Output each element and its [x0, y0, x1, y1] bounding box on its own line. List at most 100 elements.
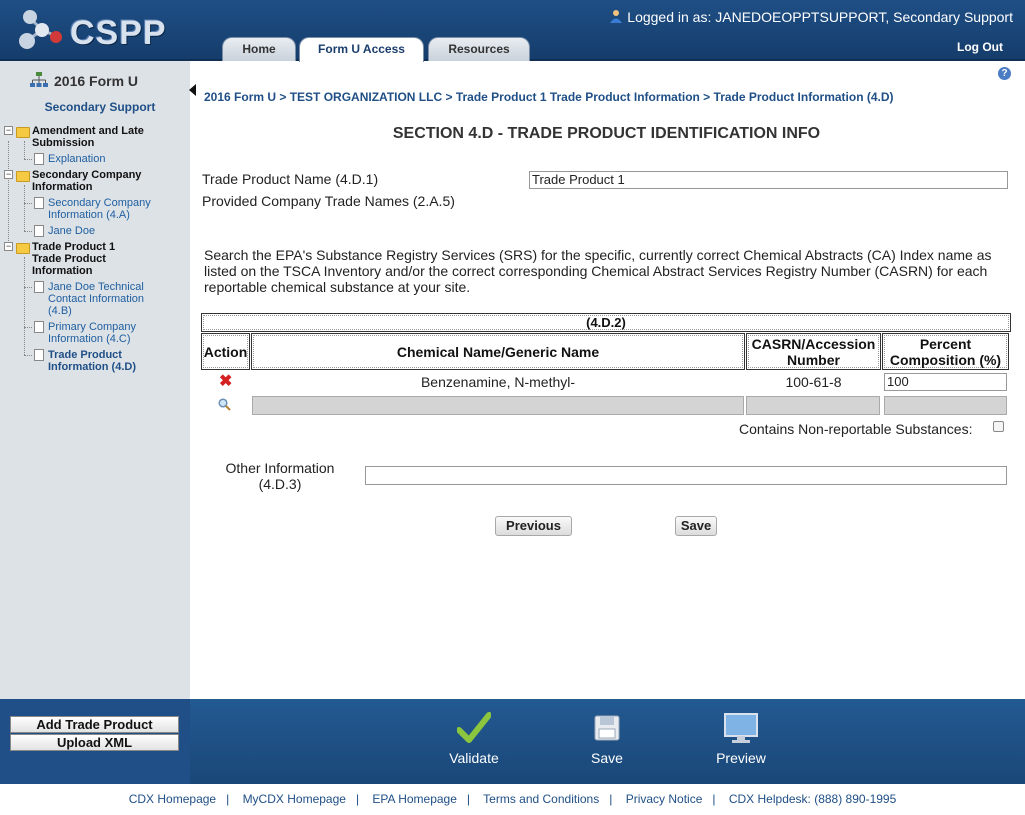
logged-in-user: Logged in as: JANEDOEOPPTSUPPORT, Second… — [609, 9, 1013, 25]
col-header-chemical-name: Chemical Name/Generic Name — [396, 344, 600, 360]
col-header-casrn-line2: Number — [787, 352, 840, 368]
chemical-name-cell: Benzenamine, N-methyl- — [420, 374, 576, 390]
collapse-toggle-icon[interactable]: − — [4, 242, 13, 251]
trade-product-name-label: Trade Product Name (4.D.1) — [202, 171, 379, 187]
folder-icon — [16, 171, 30, 182]
tree-connector — [24, 257, 25, 355]
sidebar-title: 2016 Form U — [30, 72, 138, 89]
preview-label: Preview — [716, 750, 766, 766]
tree-item-trade-product-info[interactable]: Trade Product Information (4.D) — [48, 349, 148, 373]
tree-connector — [8, 141, 9, 249]
footer-separator: | — [609, 792, 613, 806]
search-chemical-icon[interactable] — [218, 398, 231, 411]
tree-folder-secondary-company[interactable]: Secondary Company Information — [32, 169, 182, 193]
tree-connector — [24, 355, 32, 356]
srs-instructions: Search the EPA's Substance Registry Serv… — [204, 247, 992, 295]
save-button[interactable]: Save — [675, 516, 717, 536]
footer-link-terms[interactable]: Terms and Conditions — [483, 792, 599, 806]
collapse-toggle-icon[interactable]: − — [4, 170, 13, 179]
tree-connector — [24, 231, 32, 232]
cspp-logo[interactable]: CSPP — [12, 6, 166, 54]
previous-button[interactable]: Previous — [495, 516, 572, 536]
col-header-percent-line2: Composition (%) — [889, 352, 1002, 368]
help-icon[interactable]: ? — [998, 67, 1011, 80]
tree-item-jane-doe[interactable]: Jane Doe — [48, 225, 183, 237]
validate-label: Validate — [449, 750, 499, 766]
user-icon — [610, 10, 623, 23]
non-reportable-checkbox[interactable] — [993, 421, 1004, 432]
footer-separator: | — [466, 792, 471, 806]
tree-item-explanation[interactable]: Explanation — [48, 153, 183, 165]
tree-connector — [24, 141, 25, 159]
other-info-label: Other Information (4.D.3) — [216, 460, 344, 492]
validate-action[interactable]: Validate — [439, 712, 509, 766]
col-header-percent-line1: Percent — [919, 336, 972, 352]
sitemap-icon — [30, 72, 48, 87]
col-header-percent: Percent Composition (%) — [882, 336, 1009, 368]
delete-row-icon[interactable]: ✖ — [219, 374, 232, 390]
footer-link-mycdx-homepage[interactable]: MyCDX Homepage — [243, 792, 346, 806]
sidebar-role: Secondary Support — [44, 100, 156, 114]
document-icon — [34, 225, 44, 237]
col-header-action: Action — [203, 344, 248, 360]
page-title: SECTION 4.D - TRADE PRODUCT IDENTIFICATI… — [392, 125, 821, 142]
collapse-sidebar-icon[interactable] — [189, 84, 196, 96]
sidebar-actions-panel: Add Trade Product Upload XML — [0, 699, 190, 784]
save-action[interactable]: Save — [572, 712, 642, 766]
percent-input-disabled — [884, 396, 1007, 415]
other-info-input[interactable] — [365, 466, 1007, 485]
tab-home[interactable]: Home — [222, 37, 296, 61]
tree-item-primary-company[interactable]: Primary Company Information (4.C) — [48, 321, 148, 345]
floppy-disk-icon — [594, 715, 620, 741]
percent-composition-input[interactable]: 100 — [884, 373, 1007, 391]
upload-xml-button[interactable]: Upload XML — [10, 734, 179, 751]
tree-item-secondary-company-info[interactable]: Secondary Company Information (4.A) — [48, 197, 183, 221]
footer-link-privacy[interactable]: Privacy Notice — [626, 792, 703, 806]
provided-trade-names-label: Provided Company Trade Names (2.A.5) — [202, 193, 455, 209]
col-header-casrn: CASRN/Accession Number — [746, 336, 881, 368]
logout-link[interactable]: Log Out — [957, 40, 1003, 54]
tree-folder-trade-product-1[interactable]: Trade Product 1 Trade Product Informatio… — [32, 241, 132, 277]
footer-separator: | — [712, 792, 716, 806]
chemical-name-input-disabled — [252, 396, 744, 415]
footer-link-helpdesk[interactable]: CDX Helpdesk: (888) 890-1995 — [729, 792, 896, 806]
app-header: CSPP Logged in as: JANEDOEOPPTSUPPORT, S… — [0, 0, 1025, 62]
molecule-logo-icon — [19, 10, 62, 49]
trade-product-name-input[interactable]: Trade Product 1 — [529, 171, 1008, 189]
document-icon — [34, 281, 44, 293]
casrn-cell: 100-61-8 — [785, 374, 842, 390]
logged-in-text: Logged in as: JANEDOEOPPTSUPPORT, Second… — [627, 9, 1013, 25]
document-icon — [34, 153, 44, 165]
sidebar: 2016 Form U Secondary Support − Amendmen… — [0, 61, 190, 699]
footer-links: CDX Homepage | MyCDX Homepage | EPA Homepa… — [0, 784, 1025, 815]
checkmark-icon — [457, 712, 491, 743]
col-header-casrn-line1: CASRN/Accession — [751, 336, 876, 352]
document-icon — [34, 321, 44, 333]
tab-form-u-access[interactable]: Form U Access — [299, 37, 424, 62]
document-icon — [34, 349, 44, 361]
tree-connector — [24, 159, 32, 160]
casrn-input-disabled — [746, 396, 880, 415]
folder-icon — [16, 243, 30, 254]
sidebar-title-text: 2016 Form U — [54, 73, 139, 89]
non-reportable-label: Contains Non-reportable Substances: — [739, 421, 973, 437]
preview-action[interactable]: Preview — [706, 712, 776, 766]
save-action-label: Save — [591, 750, 623, 766]
breadcrumb[interactable]: 2016 Form U > TEST ORGANIZATION LLC > Tr… — [204, 90, 894, 104]
other-info-label-line1: Other Information — [225, 460, 335, 476]
tree-item-technical-contact[interactable]: Jane Doe Technical Contact Information (… — [48, 281, 148, 317]
other-info-label-line2: (4.D.3) — [258, 476, 302, 492]
tab-resources[interactable]: Resources — [428, 37, 530, 61]
logo-text: CSPP — [70, 14, 167, 52]
monitor-icon — [724, 713, 758, 743]
footer-separator: | — [226, 792, 230, 806]
add-trade-product-button[interactable]: Add Trade Product — [10, 716, 179, 733]
table-caption: (4.D.2) — [586, 315, 626, 330]
footer-link-epa-homepage[interactable]: EPA Homepage — [372, 792, 457, 806]
footer-link-cdx-homepage[interactable]: CDX Homepage — [129, 792, 216, 806]
tree-connector — [24, 185, 25, 231]
document-icon — [34, 197, 44, 209]
tree-folder-amendment[interactable]: Amendment and Late Submission — [32, 125, 182, 149]
collapse-toggle-icon[interactable]: − — [4, 126, 13, 135]
tree-connector — [24, 287, 32, 288]
